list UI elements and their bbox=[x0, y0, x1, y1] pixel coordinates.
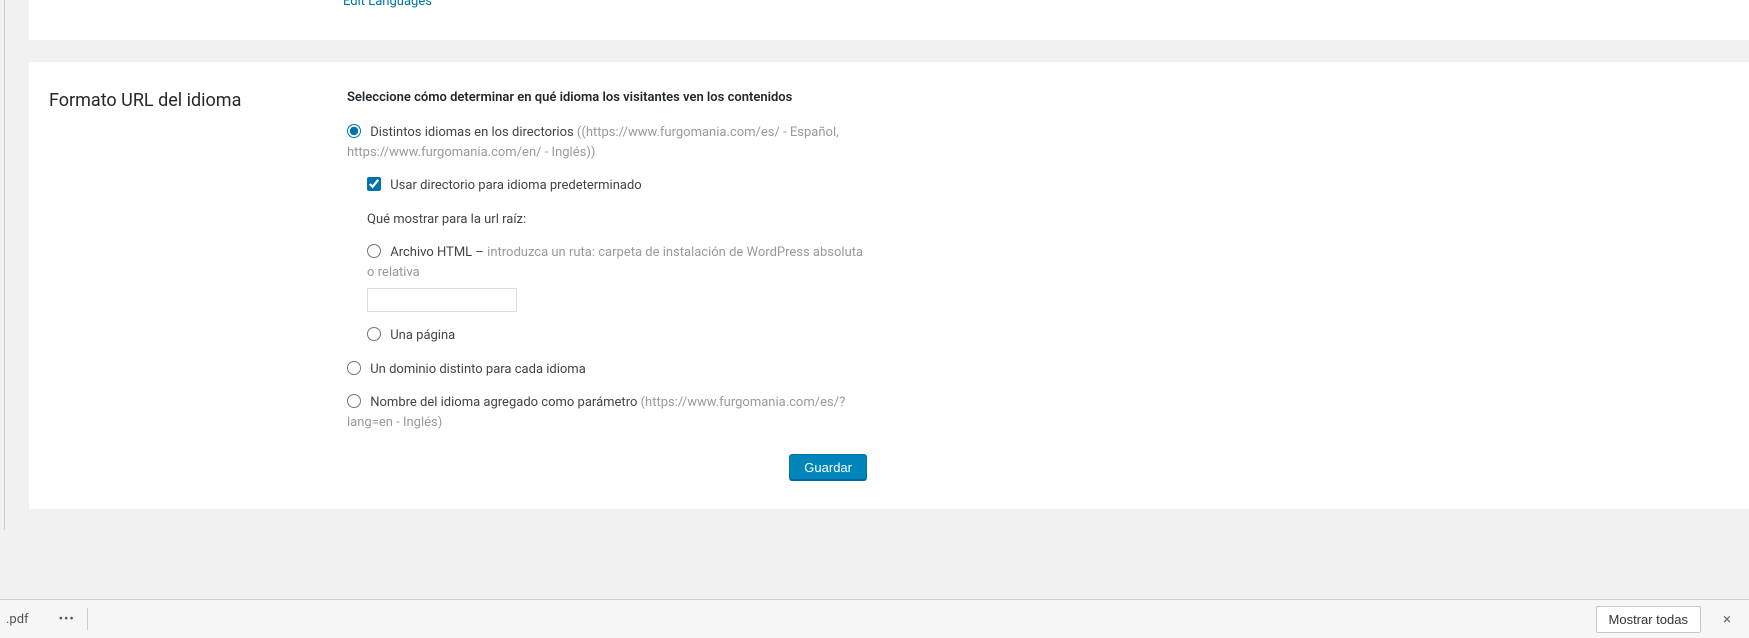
download-divider bbox=[87, 608, 88, 630]
panel-inner: Formato URL del idioma Seleccione cómo d… bbox=[29, 82, 1749, 481]
root-page-row: Una página bbox=[367, 326, 867, 346]
use-directory-label: Usar directorio para idioma predetermina… bbox=[390, 178, 641, 193]
panel-title: Formato URL del idioma bbox=[49, 90, 347, 481]
option-parameter-label: Nombre del idioma agregado como parámetr… bbox=[370, 395, 640, 410]
root-html-radio[interactable] bbox=[367, 244, 381, 258]
root-page-radio[interactable] bbox=[367, 327, 381, 341]
top-panel-fragment: Edit Languages bbox=[29, 0, 1749, 40]
use-directory-row: Usar directorio para idioma predetermina… bbox=[367, 176, 867, 196]
root-html-path-input[interactable] bbox=[367, 288, 517, 312]
root-page-label-wrap[interactable]: Una página bbox=[367, 328, 455, 343]
download-bar: .pdf ••• Mostrar todas × bbox=[0, 599, 1749, 638]
option-directories-label-wrap[interactable]: Distintos idiomas en los directorios ((h… bbox=[347, 125, 839, 160]
root-page-label: Una página bbox=[390, 328, 455, 343]
use-directory-checkbox[interactable] bbox=[367, 177, 381, 191]
edit-languages-link[interactable]: Edit Languages bbox=[343, 0, 432, 9]
use-directory-label-wrap[interactable]: Usar directorio para idioma predetermina… bbox=[367, 178, 642, 193]
root-html-label-wrap[interactable]: Archivo HTML – introduzca un ruta: carpe… bbox=[367, 245, 863, 280]
option-parameter-row: Nombre del idioma agregado como parámetr… bbox=[347, 393, 867, 432]
show-all-downloads-button[interactable]: Mostrar todas bbox=[1596, 606, 1701, 633]
option-parameter-radio[interactable] bbox=[347, 394, 361, 408]
option-parameter-label-wrap[interactable]: Nombre del idioma agregado como parámetr… bbox=[347, 395, 845, 430]
root-html-label: Archivo HTML – bbox=[390, 245, 487, 260]
option-domain-radio[interactable] bbox=[347, 361, 361, 375]
option-domain-label: Un dominio distinto para cada idioma bbox=[370, 362, 586, 377]
root-html-row: Archivo HTML – introduzca un ruta: carpe… bbox=[367, 243, 867, 312]
download-more-icon[interactable]: ••• bbox=[51, 612, 83, 627]
save-row: Guardar bbox=[347, 454, 867, 481]
option-directories-radio[interactable] bbox=[347, 124, 361, 138]
download-file-name[interactable]: .pdf bbox=[0, 612, 29, 627]
root-url-label: Qué mostrar para la url raíz: bbox=[367, 210, 867, 230]
language-url-format-panel: Formato URL del idioma Seleccione cómo d… bbox=[29, 62, 1749, 509]
option-domain-row: Un dominio distinto para cada idioma bbox=[347, 360, 867, 380]
stage: Edit Languages Formato URL del idioma Se… bbox=[0, 0, 1749, 638]
panel-body: Seleccione cómo determinar en qué idioma… bbox=[347, 90, 867, 481]
panel-subheading: Seleccione cómo determinar en qué idioma… bbox=[347, 90, 867, 105]
option-directories-nested: Usar directorio para idioma predetermina… bbox=[347, 176, 867, 346]
option-domain-label-wrap[interactable]: Un dominio distinto para cada idioma bbox=[347, 362, 586, 377]
close-icon[interactable]: × bbox=[1711, 610, 1743, 628]
save-button[interactable]: Guardar bbox=[789, 454, 867, 481]
option-directories-label: Distintos idiomas en los directorios bbox=[370, 125, 577, 140]
option-directories-row: Distintos idiomas en los directorios ((h… bbox=[347, 123, 867, 346]
wp-admin-frame: Edit Languages Formato URL del idioma Se… bbox=[4, 0, 1749, 530]
